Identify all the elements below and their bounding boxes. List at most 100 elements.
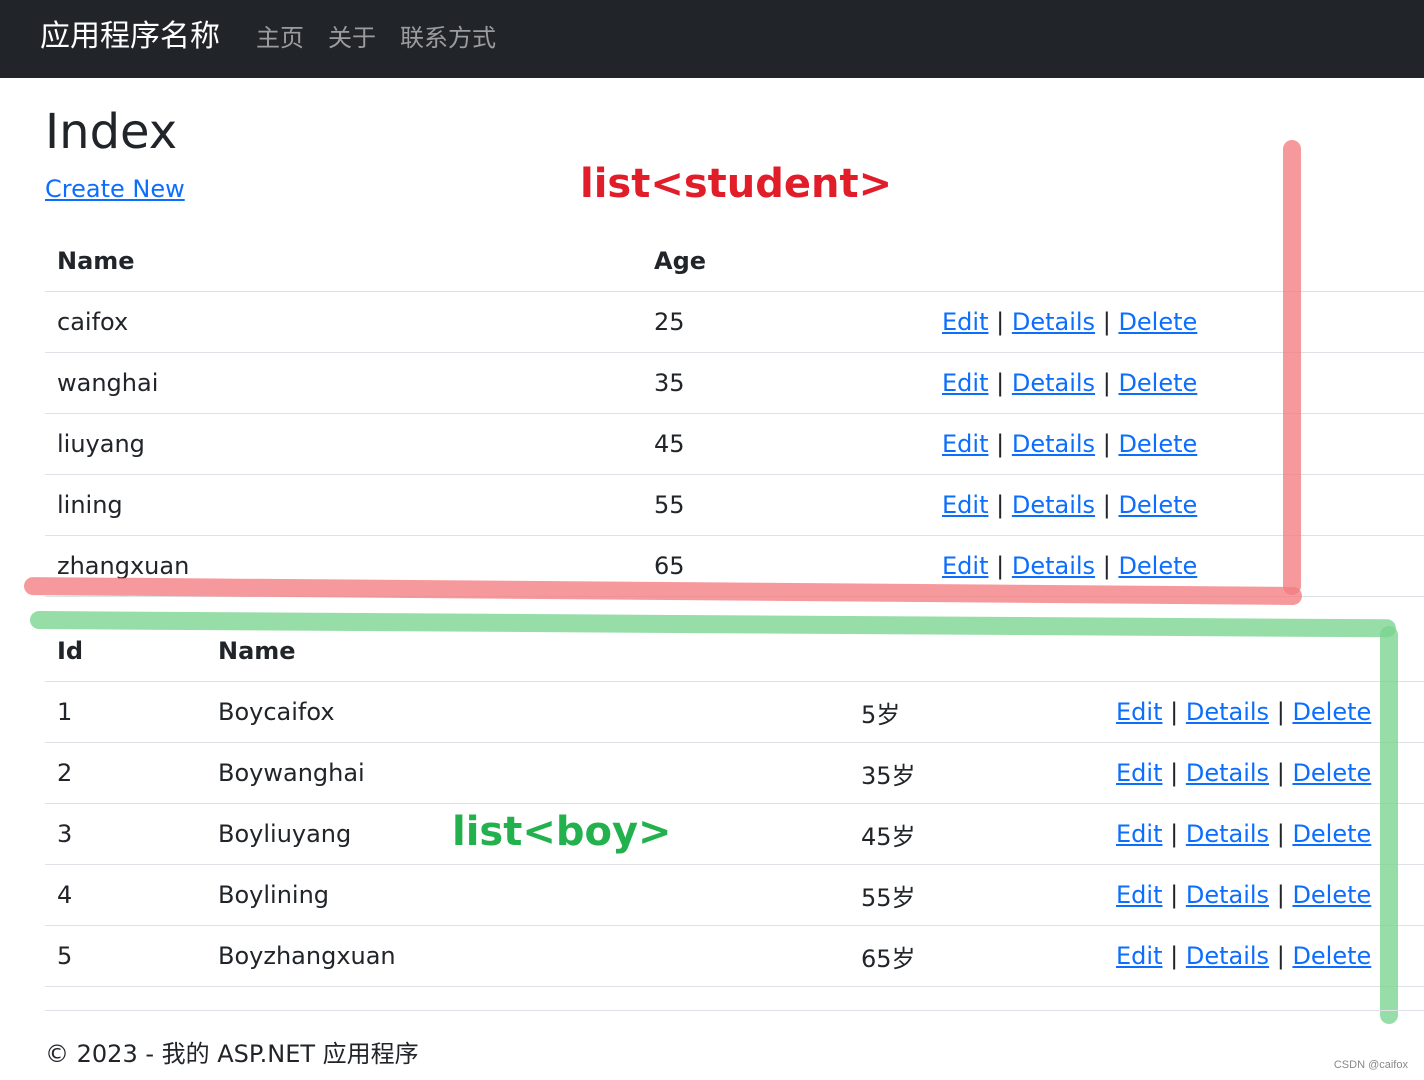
edit-link[interactable]: Edit: [1116, 942, 1162, 970]
name-column-header: Name: [45, 231, 642, 292]
student-age: 45: [642, 413, 930, 475]
details-link[interactable]: Details: [1186, 698, 1269, 726]
row-actions: Edit | Details | Delete: [1104, 864, 1424, 926]
details-link[interactable]: Details: [1012, 369, 1095, 397]
details-link[interactable]: Details: [1186, 881, 1269, 909]
create-new-link[interactable]: Create New: [45, 173, 185, 205]
row-actions: Edit | Details | Delete: [1104, 742, 1424, 804]
action-separator: |: [1102, 369, 1111, 397]
student-annotation-vertical-stroke: [1283, 140, 1301, 595]
action-separator: |: [1170, 942, 1179, 970]
action-separator: |: [1170, 698, 1179, 726]
details-link[interactable]: Details: [1012, 308, 1095, 336]
delete-link[interactable]: Delete: [1292, 942, 1371, 970]
action-separator: |: [1170, 759, 1179, 787]
boy-list-annotation: list<boy>: [452, 809, 672, 855]
student-table: Name Age caifox 25 Edit | Details | Dele…: [45, 231, 1424, 597]
edit-link[interactable]: Edit: [1116, 698, 1162, 726]
student-table-header: Name Age: [45, 231, 1424, 292]
student-list-annotation: list<student>: [580, 161, 893, 207]
boy-age: 5岁: [849, 681, 1104, 743]
delete-link[interactable]: Delete: [1118, 430, 1197, 458]
boy-age: 65岁: [849, 925, 1104, 987]
student-age: 25: [642, 291, 930, 353]
action-separator: |: [1276, 820, 1285, 848]
action-separator: |: [996, 430, 1005, 458]
student-age: 35: [642, 352, 930, 414]
student-name: caifox: [45, 291, 642, 353]
boy-id: 2: [45, 742, 206, 804]
action-separator: |: [1102, 491, 1111, 519]
edit-link[interactable]: Edit: [1116, 881, 1162, 909]
action-separator: |: [996, 308, 1005, 336]
action-separator: |: [1276, 881, 1285, 909]
actions-column-header: [930, 231, 1424, 292]
action-separator: |: [1170, 820, 1179, 848]
nav-link-home[interactable]: 主页: [256, 22, 304, 54]
boy-name: Boycaifox: [206, 681, 849, 743]
action-separator: |: [1102, 552, 1111, 580]
row-actions: Edit | Details | Delete: [1104, 803, 1424, 865]
brand-link[interactable]: 应用程序名称: [40, 17, 220, 57]
details-link[interactable]: Details: [1186, 820, 1269, 848]
boy-row: 1 Boycaifox 5岁 Edit | Details | Delete: [45, 681, 1424, 743]
delete-link[interactable]: Delete: [1292, 698, 1371, 726]
boy-row: 2 Boywanghai 35岁 Edit | Details | Delete: [45, 742, 1424, 804]
student-row: wanghai 35 Edit | Details | Delete: [45, 352, 1424, 414]
details-link[interactable]: Details: [1012, 552, 1095, 580]
delete-link[interactable]: Delete: [1118, 369, 1197, 397]
boy-annotation-vertical-stroke: [1380, 626, 1398, 1024]
boy-name: Boyzhangxuan: [206, 925, 849, 987]
student-name: liuyang: [45, 413, 642, 475]
action-separator: |: [1276, 759, 1285, 787]
delete-link[interactable]: Delete: [1118, 491, 1197, 519]
edit-link[interactable]: Edit: [942, 308, 988, 336]
boy-row: 5 Boyzhangxuan 65岁 Edit | Details | Dele…: [45, 925, 1424, 987]
edit-link[interactable]: Edit: [942, 430, 988, 458]
action-separator: |: [996, 552, 1005, 580]
row-actions: Edit | Details | Delete: [930, 474, 1424, 536]
age-column-header: Age: [642, 231, 930, 292]
delete-link[interactable]: Delete: [1292, 820, 1371, 848]
delete-link[interactable]: Delete: [1118, 308, 1197, 336]
boy-id: 4: [45, 864, 206, 926]
edit-link[interactable]: Edit: [942, 369, 988, 397]
action-separator: |: [1102, 308, 1111, 336]
watermark: CSDN @caifox: [1333, 1059, 1408, 1071]
delete-link[interactable]: Delete: [1118, 552, 1197, 580]
action-separator: |: [1276, 942, 1285, 970]
delete-link[interactable]: Delete: [1292, 881, 1371, 909]
student-name: lining: [45, 474, 642, 536]
footer-copyright: © 2023 - 我的 ASP.NET 应用程序: [45, 1040, 419, 1068]
edit-link[interactable]: Edit: [1116, 759, 1162, 787]
nav-link-contact[interactable]: 联系方式: [400, 22, 496, 54]
boy-name: Boylining: [206, 864, 849, 926]
boy-row: 4 Boylining 55岁 Edit | Details | Delete: [45, 864, 1424, 926]
row-actions: Edit | Details | Delete: [930, 291, 1424, 353]
action-separator: |: [1102, 430, 1111, 458]
footer-divider: [45, 1010, 1424, 1011]
boy-table: Id Name 1 Boycaifox 5岁 Edit | Details | …: [45, 621, 1424, 987]
edit-link[interactable]: Edit: [1116, 820, 1162, 848]
nav-link-about[interactable]: 关于: [328, 22, 376, 54]
student-row: lining 55 Edit | Details | Delete: [45, 474, 1424, 536]
details-link[interactable]: Details: [1012, 430, 1095, 458]
delete-link[interactable]: Delete: [1292, 759, 1371, 787]
boy-age: 45岁: [849, 803, 1104, 865]
boy-name: Boywanghai: [206, 742, 849, 804]
details-link[interactable]: Details: [1012, 491, 1095, 519]
id-column-header: Id: [45, 621, 206, 682]
details-link[interactable]: Details: [1186, 942, 1269, 970]
top-navbar: 应用程序名称 主页 关于 联系方式: [0, 0, 1424, 78]
edit-link[interactable]: Edit: [942, 491, 988, 519]
student-row: liuyang 45 Edit | Details | Delete: [45, 413, 1424, 475]
student-row: caifox 25 Edit | Details | Delete: [45, 291, 1424, 353]
boy-id: 1: [45, 681, 206, 743]
edit-link[interactable]: Edit: [942, 552, 988, 580]
boy-age: 55岁: [849, 864, 1104, 926]
student-age: 55: [642, 474, 930, 536]
action-separator: |: [996, 491, 1005, 519]
details-link[interactable]: Details: [1186, 759, 1269, 787]
action-separator: |: [1170, 881, 1179, 909]
row-actions: Edit | Details | Delete: [930, 413, 1424, 475]
